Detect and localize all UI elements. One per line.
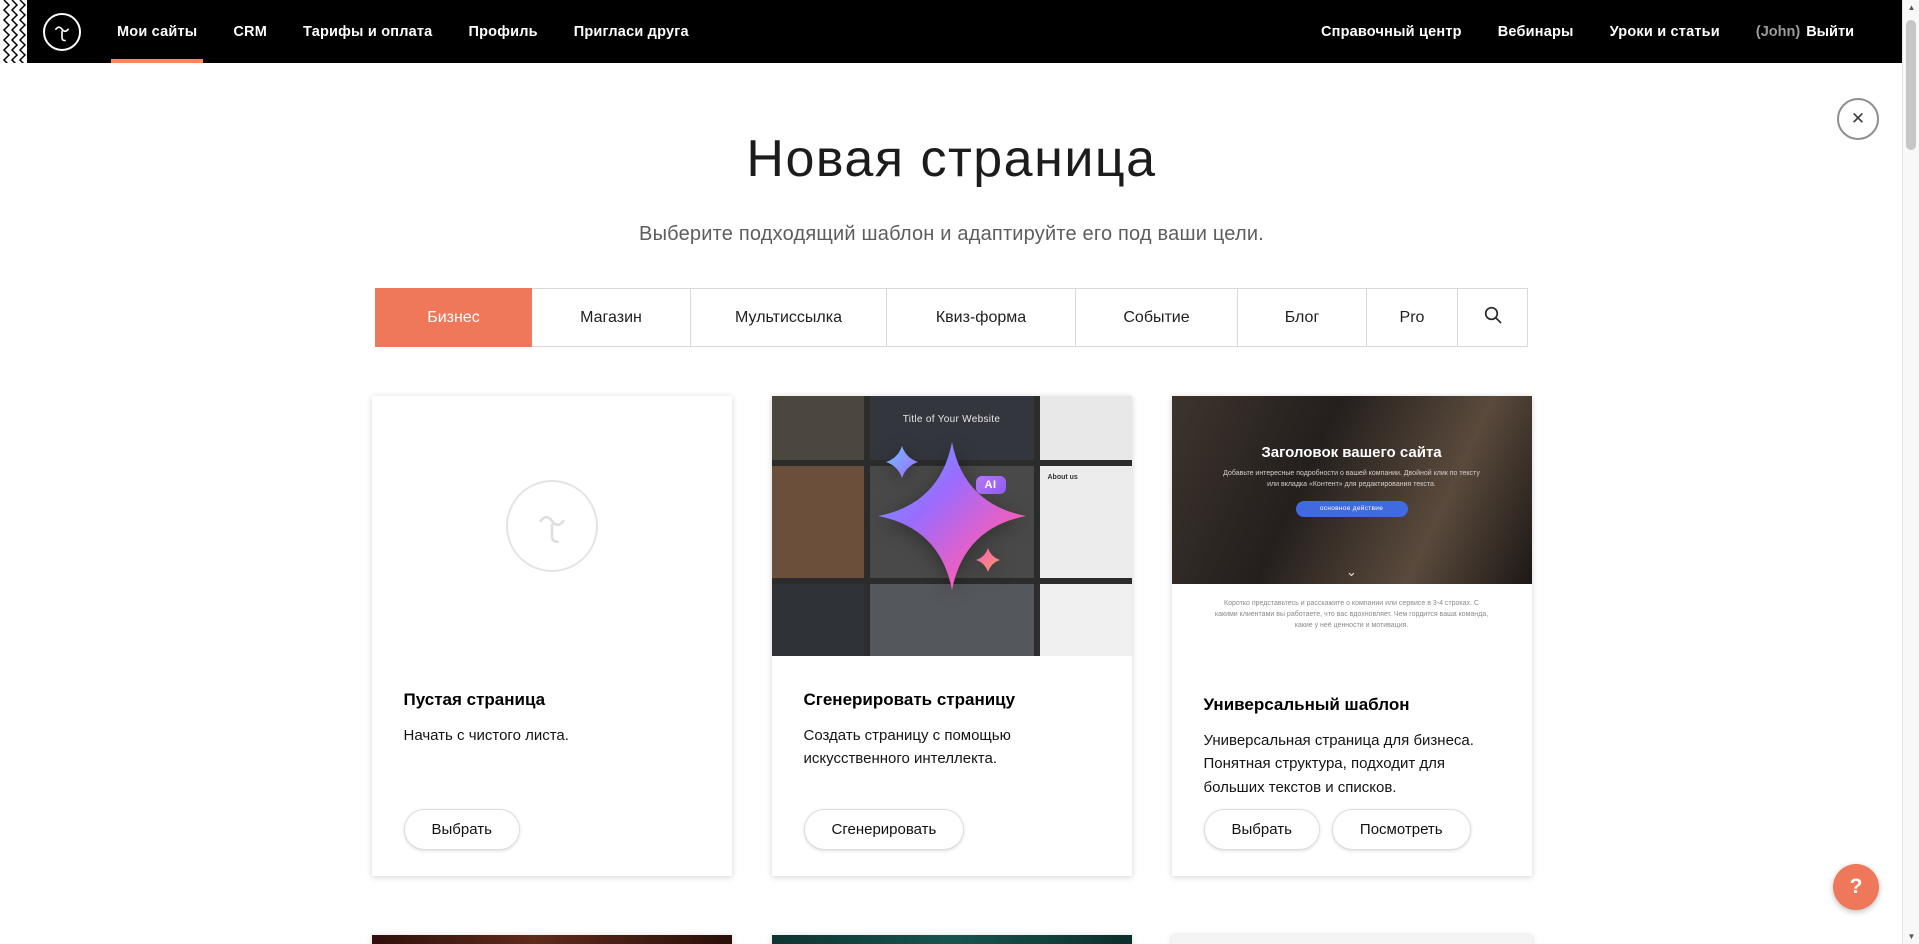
card-title: Универсальный шаблон xyxy=(1204,695,1500,715)
zigzag-decoration xyxy=(0,0,27,63)
nav-item-help-center[interactable]: Справочный центр xyxy=(1321,0,1462,63)
card-actions: Выбрать xyxy=(404,809,520,850)
tab-store[interactable]: Магазин xyxy=(531,288,691,347)
template-hero-preview: Заголовок вашего сайта Добавьте интересн… xyxy=(1172,396,1532,584)
template-card[interactable] xyxy=(772,935,1132,944)
card-title: Пустая страница xyxy=(404,690,700,710)
preview-hero-subtitle: Добавьте интересные подробности о вашей … xyxy=(1222,469,1481,490)
scrollbar-up-arrow[interactable]: ▲ xyxy=(1903,3,1919,12)
card-description: Создать страницу с помощью искусственног… xyxy=(804,724,1100,771)
card-title: Сгенерировать страницу xyxy=(804,690,1100,710)
scrollbar-down-arrow[interactable]: ▼ xyxy=(1903,932,1919,941)
preview-button[interactable]: Посмотреть xyxy=(1332,809,1471,850)
card-description: Универсальная страница для бизнеса. Поня… xyxy=(1204,729,1500,799)
user-name: (John) xyxy=(1756,24,1800,40)
scrollbar-thumb[interactable] xyxy=(1906,20,1916,150)
template-card[interactable] xyxy=(1172,935,1532,944)
collage-tile xyxy=(1040,584,1132,656)
nav-item-lessons[interactable]: Уроки и статьи xyxy=(1610,0,1720,63)
logout-link[interactable]: Выйти xyxy=(1806,24,1854,40)
card-actions: Выбрать Посмотреть xyxy=(1204,809,1471,850)
main-navigation: Мои сайты CRM Тарифы и оплата Профиль Пр… xyxy=(117,0,689,63)
nav-item-webinars[interactable]: Вебинары xyxy=(1498,0,1574,63)
tab-search[interactable] xyxy=(1457,288,1528,347)
tab-pro[interactable]: Pro xyxy=(1366,288,1458,347)
nav-item-crm[interactable]: CRM xyxy=(233,0,267,63)
top-navbar: Мои сайты CRM Тарифы и оплата Профиль Пр… xyxy=(0,0,1902,63)
template-card-blank[interactable]: Пустая страница Начать с чистого листа. … xyxy=(372,396,732,876)
chevron-down-icon: ⌄ xyxy=(1172,564,1532,580)
ai-badge: AI xyxy=(976,476,1006,494)
tilda-logo[interactable] xyxy=(43,13,81,51)
user-menu: (John) Выйти xyxy=(1756,24,1854,40)
select-button[interactable]: Выбрать xyxy=(1204,809,1320,850)
template-category-tabs: Бизнес Магазин Мультиссылка Квиз-форма С… xyxy=(375,288,1528,347)
page-subtitle: Выберите подходящий шаблон и адаптируйте… xyxy=(0,223,1903,246)
tab-multilink[interactable]: Мультиссылка xyxy=(690,288,887,347)
template-card[interactable] xyxy=(372,935,732,944)
page: Мои сайты CRM Тарифы и оплата Профиль Пр… xyxy=(0,0,1919,944)
collage-tile xyxy=(1040,396,1132,460)
collage-tile: About us xyxy=(1040,466,1132,578)
nav-item-invite-friend[interactable]: Пригласи друга xyxy=(574,0,689,63)
select-button[interactable]: Выбрать xyxy=(404,809,520,850)
help-button[interactable]: ? xyxy=(1833,864,1879,910)
tab-business[interactable]: Бизнес xyxy=(375,288,532,347)
nav-item-profile[interactable]: Профиль xyxy=(468,0,537,63)
template-grid-row2 xyxy=(372,935,1532,944)
template-card-ai-generate[interactable]: About us Title of Your Website xyxy=(772,396,1132,876)
tab-event[interactable]: Событие xyxy=(1075,288,1238,347)
generate-button[interactable]: Сгенерировать xyxy=(804,809,965,850)
search-icon xyxy=(1483,305,1503,330)
collage-tile xyxy=(772,466,864,578)
tilda-watermark-icon xyxy=(506,480,598,572)
card-actions: Сгенерировать xyxy=(804,809,965,850)
card-description: Начать с чистого листа. xyxy=(404,724,700,747)
collage-about-label: About us xyxy=(1048,474,1078,481)
page-title: Новая страница xyxy=(0,63,1903,189)
preview-hero-title: Заголовок вашего сайта xyxy=(1172,396,1532,461)
secondary-navigation: Справочный центр Вебинары Уроки и статьи… xyxy=(1321,0,1902,63)
new-page-dialog: Новая страница Выберите подходящий шабло… xyxy=(0,63,1903,944)
question-mark-icon: ? xyxy=(1850,875,1863,899)
nav-item-tariffs[interactable]: Тарифы и оплата xyxy=(303,0,432,63)
ai-sparkle-icon xyxy=(872,436,1032,596)
page-scrollbar[interactable]: ▲ ▼ xyxy=(1902,0,1919,944)
tab-quiz-form[interactable]: Квиз-форма xyxy=(886,288,1076,347)
preview-cta-button: основное действие xyxy=(1296,501,1408,517)
ai-collage-preview: About us Title of Your Website xyxy=(772,396,1132,656)
template-card-universal[interactable]: Заголовок вашего сайта Добавьте интересн… xyxy=(1172,396,1532,876)
template-grid: Пустая страница Начать с чистого листа. … xyxy=(372,396,1532,876)
collage-tile xyxy=(772,396,864,460)
collage-tile xyxy=(772,584,864,656)
tab-blog[interactable]: Блог xyxy=(1237,288,1367,347)
template-preview: Заголовок вашего сайта Добавьте интересн… xyxy=(1172,396,1532,661)
preview-body-text: Коротко представьтесь и расскажите о ком… xyxy=(1172,584,1532,661)
nav-item-my-sites[interactable]: Мои сайты xyxy=(117,0,197,63)
collage-website-title: Title of Your Website xyxy=(772,414,1132,425)
